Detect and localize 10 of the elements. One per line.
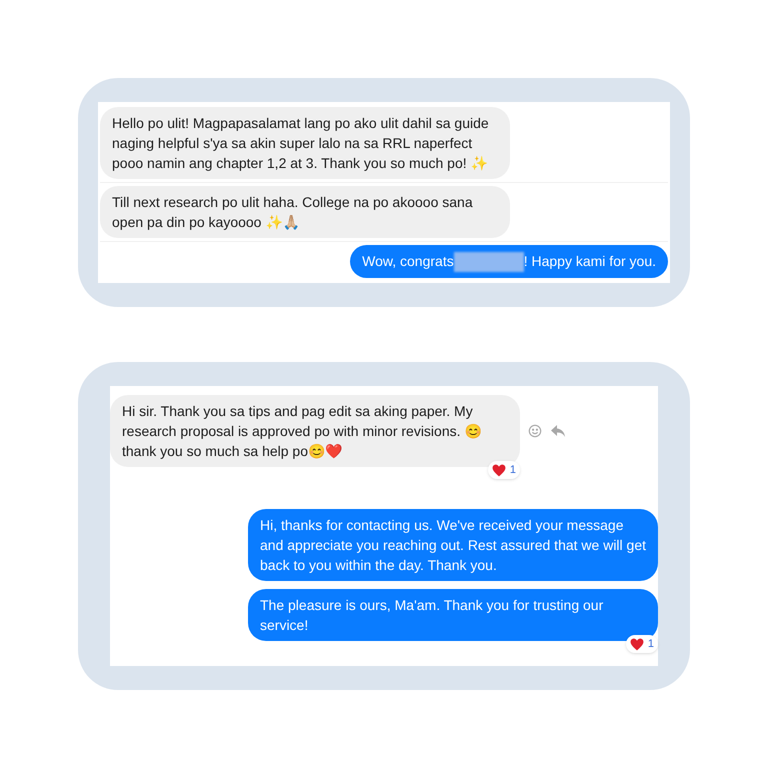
reply-icon[interactable] <box>550 424 566 438</box>
heart-icon <box>492 464 506 477</box>
message-bubble: Hi, thanks for contacting us. We've received your message and appreciate you reaching out. Rest assured that we will get back to you within the day. Thank you. <box>248 509 658 582</box>
reaction-badge[interactable]: 1 <box>626 634 658 654</box>
message-bubble: Hello po ulit! Magpapasalamat lang po ako ulit dahil sa guide naging helpful s'ya sa akin super lalo na sa RRL naperfect pooo namin ang chapter 1,2 at 3. Thank you so much po! ✨ <box>100 107 510 179</box>
heart-icon <box>630 638 644 651</box>
smiley-icon[interactable] <box>528 424 542 438</box>
message-bubble: Wow, congrats ! Happy kami for you. <box>350 245 668 278</box>
message-bubble: Till next research po ulit haha. College na po akoooo sana open pa din po kayoooo ✨🙏🏼 <box>100 186 510 238</box>
reaction-badge[interactable]: 1 <box>488 460 520 480</box>
